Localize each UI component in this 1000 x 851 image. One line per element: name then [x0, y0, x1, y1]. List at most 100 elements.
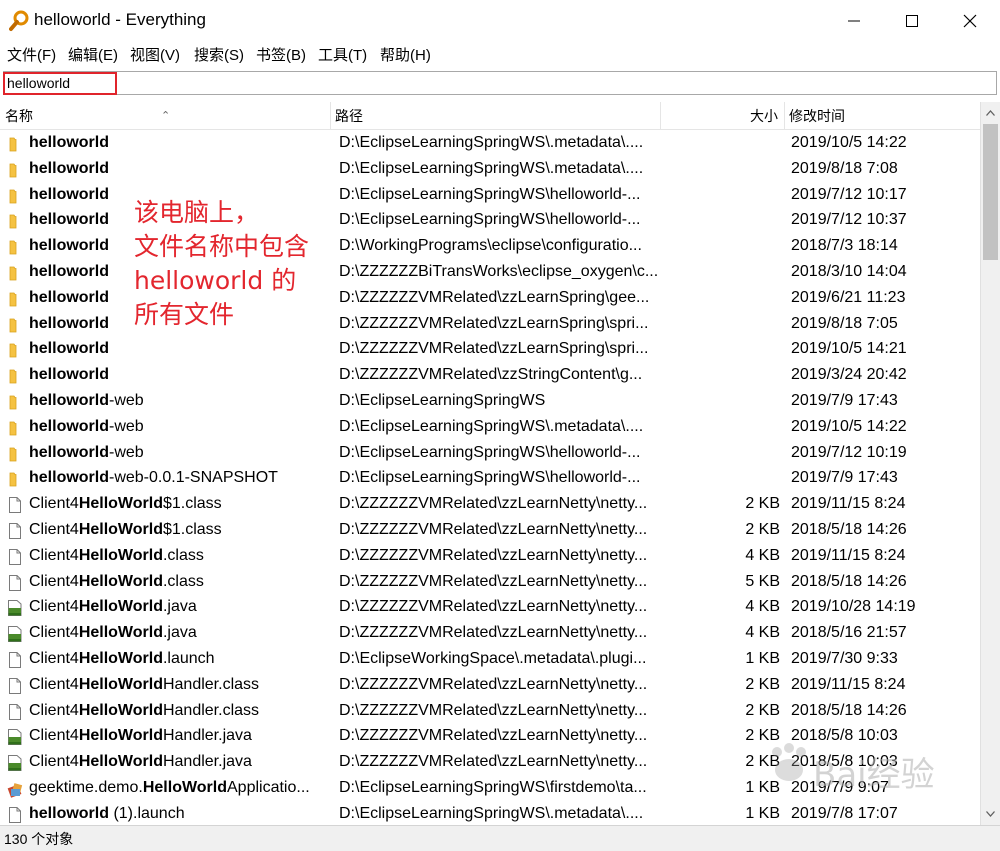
result-row[interactable]: Client4HelloWorld.java D:\ZZZZZZVMRelated…	[0, 621, 980, 647]
maximize-button[interactable]	[882, 0, 942, 42]
column-header-name[interactable]: 名称 ⌃	[0, 102, 331, 130]
result-name: Client4HelloWorld.java	[29, 624, 327, 642]
result-row[interactable]: Client4HelloWorld.java D:\ZZZZZZVMRelated…	[0, 595, 980, 621]
result-row[interactable]: Client4HelloWorldHandler.class D:\ZZZZZZV…	[0, 673, 980, 699]
result-path: D:\EclipseLearningSpringWS\helloworld-..…	[339, 469, 641, 487]
result-size: 4 KB	[745, 598, 780, 616]
menu-bookmarks[interactable]: 书签(B)	[256, 44, 306, 65]
folder-icon	[7, 187, 23, 205]
name-match: HelloWorld	[78, 753, 163, 771]
result-row[interactable]: helloworld D:\EclipseLearningSpringWS\.me…	[0, 157, 980, 183]
file-icon	[7, 806, 23, 824]
result-name: helloworld (1).launch	[29, 805, 327, 823]
annotation-text: 该电脑上， 文件名称中包含 helloworld 的 所有文件	[134, 196, 309, 332]
result-path: D:\WorkingPrograms\eclipse\configuratio.…	[339, 237, 642, 255]
object-count: 130 个对象	[4, 831, 74, 847]
menu-search[interactable]: 搜索(S)	[194, 44, 244, 65]
name-suffix: Handler.java	[162, 753, 252, 771]
vertical-scrollbar[interactable]	[980, 102, 1000, 825]
result-name: Client4HelloWorld.class	[29, 573, 327, 591]
name-match: helloworld	[29, 392, 109, 409]
minimize-icon	[848, 20, 860, 22]
jar-file-icon	[7, 780, 23, 798]
annotation-line: 所有文件	[134, 300, 235, 329]
result-name: helloworld-web-0.0.1-SNAPSHOT	[29, 469, 327, 487]
name-suffix: .class	[162, 546, 204, 564]
result-row[interactable]: helloworld-web-0.0.1-SNAPSHOT D:\EclipseL…	[0, 466, 980, 492]
result-modified: 2019/3/24 20:42	[791, 366, 907, 384]
result-row[interactable]: Client4HelloWorld.class D:\ZZZZZZVMRelate…	[0, 544, 980, 570]
column-header-path[interactable]: 路径	[331, 102, 661, 130]
result-row[interactable]: helloworld D:\ZZZZZZVMRelated\zzLearnSpri…	[0, 337, 980, 363]
menu-edit[interactable]: 编辑(E)	[68, 44, 118, 65]
name-suffix: Handler.class	[162, 675, 260, 693]
result-modified: 2019/10/5 14:21	[791, 340, 907, 358]
close-button[interactable]	[940, 0, 1000, 42]
name-match: helloworld	[29, 263, 109, 280]
result-row[interactable]: helloworld-web D:\EclipseLearningSpringWS…	[0, 389, 980, 415]
scroll-down-button[interactable]	[981, 805, 1000, 823]
scroll-thumb[interactable]	[983, 124, 998, 260]
menu-tools[interactable]: 工具(T)	[318, 44, 367, 65]
name-match: helloworld	[29, 288, 109, 306]
result-row[interactable]: Client4HelloWorldHandler.java D:\ZZZZZZVM…	[0, 750, 980, 776]
result-modified: 2019/8/18 7:08	[791, 159, 898, 177]
java-file-icon	[7, 625, 23, 643]
name-match: HelloWorld	[78, 624, 163, 642]
file-icon	[7, 651, 23, 669]
result-path: D:\EclipseWorkingSpace\.metadata\.plugi.…	[339, 650, 647, 667]
result-path: D:\ZZZZZZVMRelated\zzLearnSpring\gee...	[339, 288, 650, 306]
file-icon	[7, 496, 23, 514]
name-match: HelloWorld	[142, 779, 227, 796]
file-icon	[7, 703, 23, 721]
menu-view[interactable]: 视图(V)	[130, 44, 180, 65]
name-prefix: Client4	[29, 624, 79, 642]
name-prefix: Client4	[29, 572, 79, 590]
name-match: HelloWorld	[78, 495, 163, 513]
result-row[interactable]: helloworld D:\ZZZZZZVMRelated\zzStringCon…	[0, 363, 980, 389]
search-input[interactable]	[3, 71, 997, 95]
folder-icon	[7, 445, 23, 463]
result-row[interactable]: Client4HelloWorld.class D:\ZZZZZZVMRelate…	[0, 570, 980, 596]
name-match: helloworld	[29, 134, 109, 151]
name-match: helloworld	[29, 340, 109, 358]
result-row[interactable]: Client4HelloWorldHandler.class D:\ZZZZZZV…	[0, 699, 980, 725]
result-path: D:\ZZZZZZVMRelated\zzLearnNetty\netty...	[339, 495, 648, 513]
column-header-size[interactable]: 大小	[661, 102, 785, 130]
file-icon	[7, 574, 23, 592]
result-row[interactable]: helloworld-web D:\EclipseLearningSpringWS…	[0, 441, 980, 467]
name-match: HelloWorld	[78, 546, 163, 564]
file-icon	[7, 548, 23, 566]
name-prefix: Client4	[29, 650, 79, 667]
menu-help[interactable]: 帮助(H)	[380, 44, 431, 65]
scroll-up-button[interactable]	[981, 104, 1000, 122]
result-name: helloworld-web	[29, 392, 327, 410]
result-row[interactable]: helloworld-web D:\EclipseLearningSpringWS…	[0, 415, 980, 441]
result-row[interactable]: helloworld D:\EclipseLearningSpringWS\.me…	[0, 131, 980, 157]
folder-icon	[7, 161, 23, 179]
name-prefix: Client4	[29, 495, 79, 513]
result-size: 2 KB	[745, 753, 780, 771]
name-prefix: Client4	[29, 701, 79, 719]
result-modified: 2019/7/12 10:37	[791, 211, 907, 229]
result-size: 2 KB	[745, 495, 780, 513]
result-row[interactable]: Client4HelloWorldHandler.java D:\ZZZZZZVM…	[0, 724, 980, 750]
folder-icon	[7, 264, 23, 282]
name-match: helloworld	[29, 159, 109, 177]
result-row[interactable]: Client4HelloWorld.launch D:\EclipseWorkin…	[0, 647, 980, 673]
result-name: helloworld	[29, 366, 327, 384]
minimize-button[interactable]	[824, 0, 884, 42]
result-row[interactable]: geektime.demo.HelloWorldApplicatio... D:\…	[0, 776, 980, 802]
name-match: HelloWorld	[78, 572, 163, 590]
result-size: 2 KB	[745, 675, 780, 693]
maximize-icon	[906, 15, 918, 27]
result-row[interactable]: Client4HelloWorld$1.class D:\ZZZZZZVMRela…	[0, 492, 980, 518]
result-row[interactable]: Client4HelloWorld$1.class D:\ZZZZZZVMRela…	[0, 518, 980, 544]
result-modified: 2019/7/9 17:43	[791, 469, 898, 487]
column-header-modified[interactable]: 修改时间	[785, 102, 980, 130]
result-row[interactable]: helloworld (1).launch D:\EclipseLearningS…	[0, 802, 980, 825]
result-path: D:\ZZZZZZVMRelated\zzLearnSpring\spri...	[339, 340, 649, 358]
menu-file[interactable]: 文件(F)	[7, 44, 56, 65]
result-path: D:\EclipseLearningSpringWS\helloworld-..…	[339, 185, 641, 203]
result-path: D:\ZZZZZZVMRelated\zzLearnNetty\netty...	[339, 546, 648, 564]
